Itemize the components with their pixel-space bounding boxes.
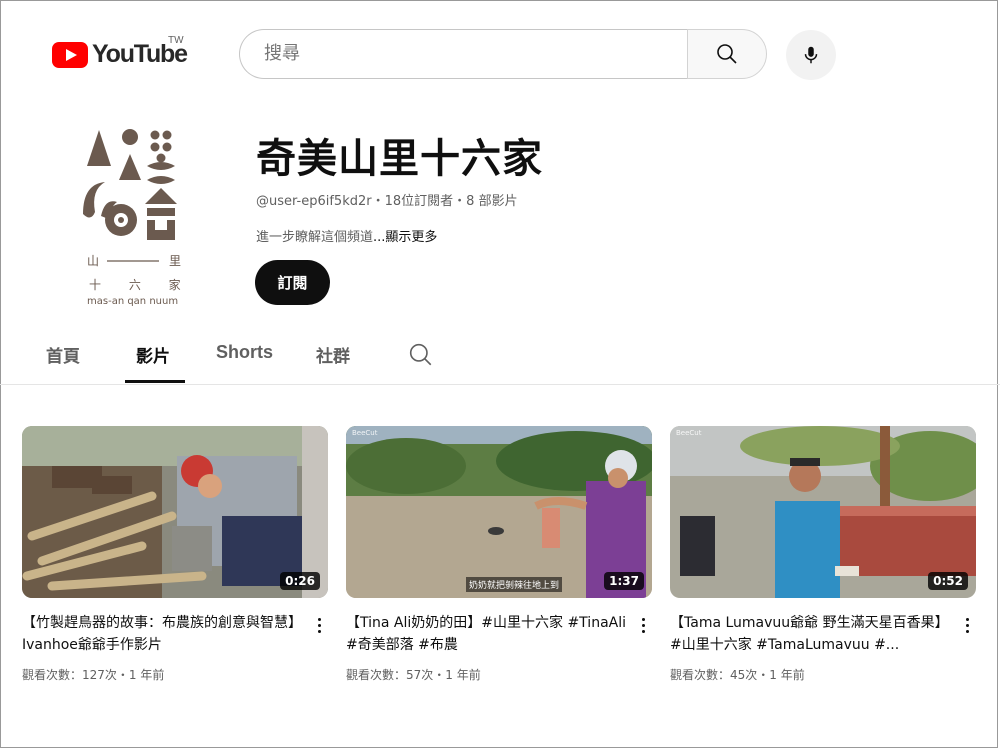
video-title[interactable]: 【竹製趕鳥器的故事：布農族的創意與智慧】Ivanhoe爺爺手作影片	[22, 612, 302, 656]
more-actions-button[interactable]	[962, 616, 972, 636]
video-count: 8 部影片	[466, 194, 518, 209]
video-thumbnail[interactable]: BeeCut 奶奶就把剝辣往地上到 1:37	[346, 426, 652, 598]
search-icon	[409, 343, 432, 366]
voice-search-button[interactable]	[786, 30, 836, 80]
video-card[interactable]: BeeCut 0:52 【Tama Lumavuu爺爺 野生滿天星百香果】#山里…	[670, 426, 976, 682]
video-thumbnail[interactable]: BeeCut 0:52	[670, 426, 976, 598]
video-card[interactable]: 0:26 【竹製趕鳥器的故事：布農族的創意與智慧】Ivanhoe爺爺手作影片 觀…	[22, 426, 328, 682]
show-more-link[interactable]: ...顯示更多	[373, 230, 437, 245]
video-thumbnail[interactable]: 0:26	[22, 426, 328, 598]
channel-handle[interactable]: @user-ep6if5kd2r	[256, 194, 372, 209]
tab-videos[interactable]: 影片	[136, 342, 170, 367]
avatar-text-village: 里	[169, 254, 182, 268]
region-code: TW	[168, 35, 184, 46]
more-actions-button[interactable]	[314, 616, 324, 636]
avatar-text-romanized: mas-an qan nuum	[87, 296, 179, 307]
description-text: 進一步瞭解這個頻道	[256, 230, 374, 245]
microphone-icon	[804, 46, 818, 64]
active-tab-indicator	[125, 380, 185, 383]
channel-description[interactable]: 進一步瞭解這個頻道...顯示更多	[256, 226, 437, 245]
channel-tabs: 首頁 影片 Shorts 社群	[0, 330, 1000, 385]
channel-search-button[interactable]	[408, 342, 434, 372]
video-card[interactable]: BeeCut 奶奶就把剝辣往地上到 1:37 【Tina Ali奶奶的田】#山里…	[346, 426, 652, 682]
thumbnail-watermark: BeeCut	[352, 429, 378, 437]
search-icon	[717, 44, 737, 64]
tab-shorts[interactable]: Shorts	[216, 342, 273, 363]
video-meta: 觀看次數：57次・1 年前	[346, 668, 481, 682]
subscriber-count: 18位訂閱者	[384, 194, 454, 209]
meta-separator: ・	[453, 194, 467, 209]
avatar-text-mountain: 山	[87, 254, 100, 268]
youtube-play-icon	[52, 41, 88, 68]
video-duration: 1:37	[604, 572, 644, 590]
channel-name: 奇美山里十六家	[256, 136, 543, 182]
tab-community[interactable]: 社群	[316, 342, 350, 367]
channel-meta: @user-ep6if5kd2r・18位訂閱者・8 部影片	[256, 190, 518, 209]
video-title[interactable]: 【Tama Lumavuu爺爺 野生滿天星百香果】#山里十六家 #TamaLum…	[670, 612, 950, 656]
search-box[interactable]	[239, 29, 688, 79]
meta-separator: ・	[371, 194, 385, 209]
video-meta: 觀看次數：127次・1 年前	[22, 668, 165, 682]
thumbnail-watermark: BeeCut	[676, 429, 702, 437]
video-meta: 觀看次數：45次・1 年前	[670, 668, 805, 682]
search-bar	[239, 29, 767, 79]
more-actions-button[interactable]	[638, 616, 648, 636]
thumbnail-subtitle: 奶奶就把剝辣往地上到	[466, 577, 563, 592]
channel-avatar[interactable]: 山 里 十 六 家 mas-an qan nuum	[75, 124, 195, 314]
masthead: YouTube TW	[0, 0, 1000, 110]
video-duration: 0:26	[280, 572, 320, 590]
video-duration: 0:52	[928, 572, 968, 590]
video-title[interactable]: 【Tina Ali奶奶的田】#山里十六家 #TinaAli #奇美部落 #布農	[346, 612, 626, 656]
search-button[interactable]	[687, 29, 767, 79]
youtube-logo[interactable]: YouTube	[52, 40, 188, 69]
subscribe-button[interactable]: 訂閱	[255, 260, 330, 305]
avatar-text-sixteen-families: 十 六 家	[89, 278, 193, 292]
search-input[interactable]	[262, 42, 676, 65]
tab-home[interactable]: 首頁	[46, 342, 80, 367]
